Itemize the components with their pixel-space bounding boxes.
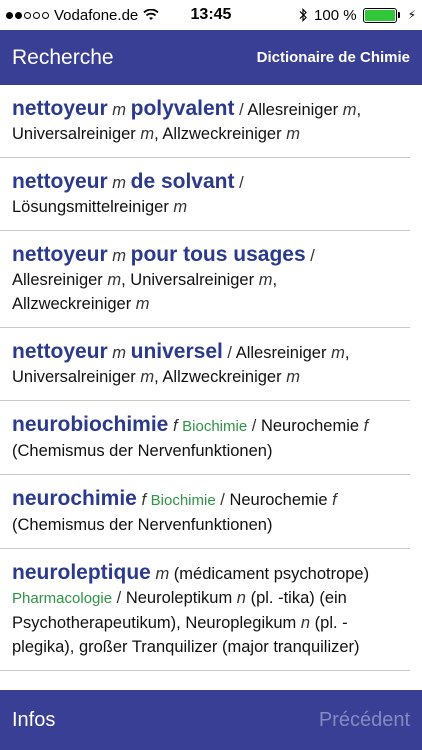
entry-gender: f	[172, 417, 178, 435]
translation-gender: m	[342, 101, 357, 119]
entry-term-suffix: de solvant	[130, 170, 235, 193]
entry-term: nettoyeur	[12, 170, 108, 193]
translation-gender: m	[173, 198, 188, 216]
entry-term: neurobiochimie	[12, 413, 169, 436]
list-item[interactable]: nettoyeur m de solvant / Lösungsmittelre…	[0, 158, 410, 231]
wifi-icon	[143, 9, 159, 20]
bottom-toolbar: Infos Précédent	[0, 690, 422, 750]
bluetooth-icon	[299, 8, 307, 22]
entry-gender: m	[112, 174, 127, 192]
translation-gender: f	[332, 491, 337, 509]
battery-percent: 100 %	[314, 6, 357, 24]
translation-text: Allesreiniger	[12, 271, 108, 289]
dictionary-title: Dictionaire de Chimie	[256, 49, 410, 66]
translation-gender: m	[140, 125, 155, 143]
entry-note: (médicament psychotrope)	[169, 565, 370, 583]
entry-gender: m	[112, 344, 127, 362]
translation-gender: m	[135, 295, 150, 313]
entry-gender: m	[155, 565, 170, 583]
domain-tag: Biochimie	[150, 492, 216, 509]
translation-text: , Universalreiniger	[121, 271, 259, 289]
translation-text: , Allzweckreiniger	[154, 125, 287, 143]
back-button-recherche[interactable]: Recherche	[12, 46, 114, 70]
separator: /	[234, 101, 248, 119]
domain-tag: Biochimie	[182, 418, 248, 435]
entry-term: neuroleptique	[12, 561, 151, 584]
list-item[interactable]: neurochimie f Biochimie / Neurochemie f …	[0, 475, 410, 549]
translation-gender: f	[363, 417, 369, 435]
list-item[interactable]: neuroleptique m (médicament psychotrope)…	[0, 549, 410, 671]
list-item[interactable]: neurobiochimie f Biochimie / Neurochemie…	[0, 401, 410, 475]
entry-term-suffix: universel	[130, 340, 223, 363]
translation-gender: m	[140, 368, 155, 386]
status-right: 100 % ⚡	[298, 7, 416, 24]
separator: /	[234, 174, 244, 192]
translation-text: Allesreiniger	[247, 101, 343, 119]
domain-tag: Pharmacologie	[12, 590, 113, 607]
translation-gender: n	[236, 589, 246, 607]
translation-text: Neuroleptikum	[125, 589, 237, 607]
translation-text: (Chemismus der Nervenfunktionen)	[12, 516, 273, 534]
previous-button[interactable]: Précédent	[319, 709, 410, 732]
translation-gender: n	[300, 614, 311, 632]
separator: /	[305, 247, 315, 265]
translation-gender: m	[331, 344, 345, 362]
translation-gender: m	[107, 271, 122, 289]
entry-term-suffix: polyvalent	[130, 97, 235, 120]
separator: /	[222, 344, 236, 362]
signal-strength-icon	[6, 11, 49, 19]
list-item[interactable]: nettoyeur m polyvalent / Allesreiniger m…	[0, 85, 410, 158]
entry-term-suffix: pour tous usages	[130, 243, 306, 266]
separator: /	[247, 417, 261, 435]
battery-icon	[362, 7, 400, 23]
translation-text: , Allzweckreiniger	[154, 368, 287, 386]
separator: /	[215, 491, 230, 509]
translation-text: Lösungsmittelreiniger	[12, 198, 174, 216]
entry-gender: m	[112, 247, 127, 265]
translation-text: (Chemismus der Nervenfunktionen)	[12, 442, 273, 460]
infos-button[interactable]: Infos	[12, 709, 55, 732]
status-bar: Vodafone.de 13:45 100 % ⚡	[0, 0, 422, 30]
entry-gender: m	[112, 101, 127, 119]
entry-term: nettoyeur	[12, 243, 108, 266]
translation-gender: m	[286, 368, 300, 386]
list-item[interactable]: nettoyeur m universel / Allesreiniger m,…	[0, 328, 410, 401]
separator: /	[112, 589, 126, 607]
entry-term: nettoyeur	[12, 97, 108, 120]
charging-icon: ⚡	[407, 8, 416, 22]
status-left: Vodafone.de	[6, 7, 176, 24]
entry-term: neurochimie	[12, 487, 137, 510]
translation-text: Neurochemie	[260, 417, 364, 435]
translation-gender: m	[258, 271, 273, 289]
carrier-name: Vodafone.de	[54, 6, 139, 24]
entry-gender: f	[141, 491, 147, 509]
translation-text: Neurochemie	[229, 491, 333, 509]
entry-term: nettoyeur	[12, 340, 108, 363]
nav-bar: Recherche Dictionaire de Chimie	[0, 30, 422, 85]
entry-list[interactable]: nettoyeur m polyvalent / Allesreiniger m…	[0, 85, 422, 690]
translation-text: Allesreiniger	[235, 344, 332, 362]
list-item[interactable]: nettoyeur m pour tous usages / Allesrein…	[0, 231, 410, 328]
translation-gender: m	[286, 125, 300, 143]
